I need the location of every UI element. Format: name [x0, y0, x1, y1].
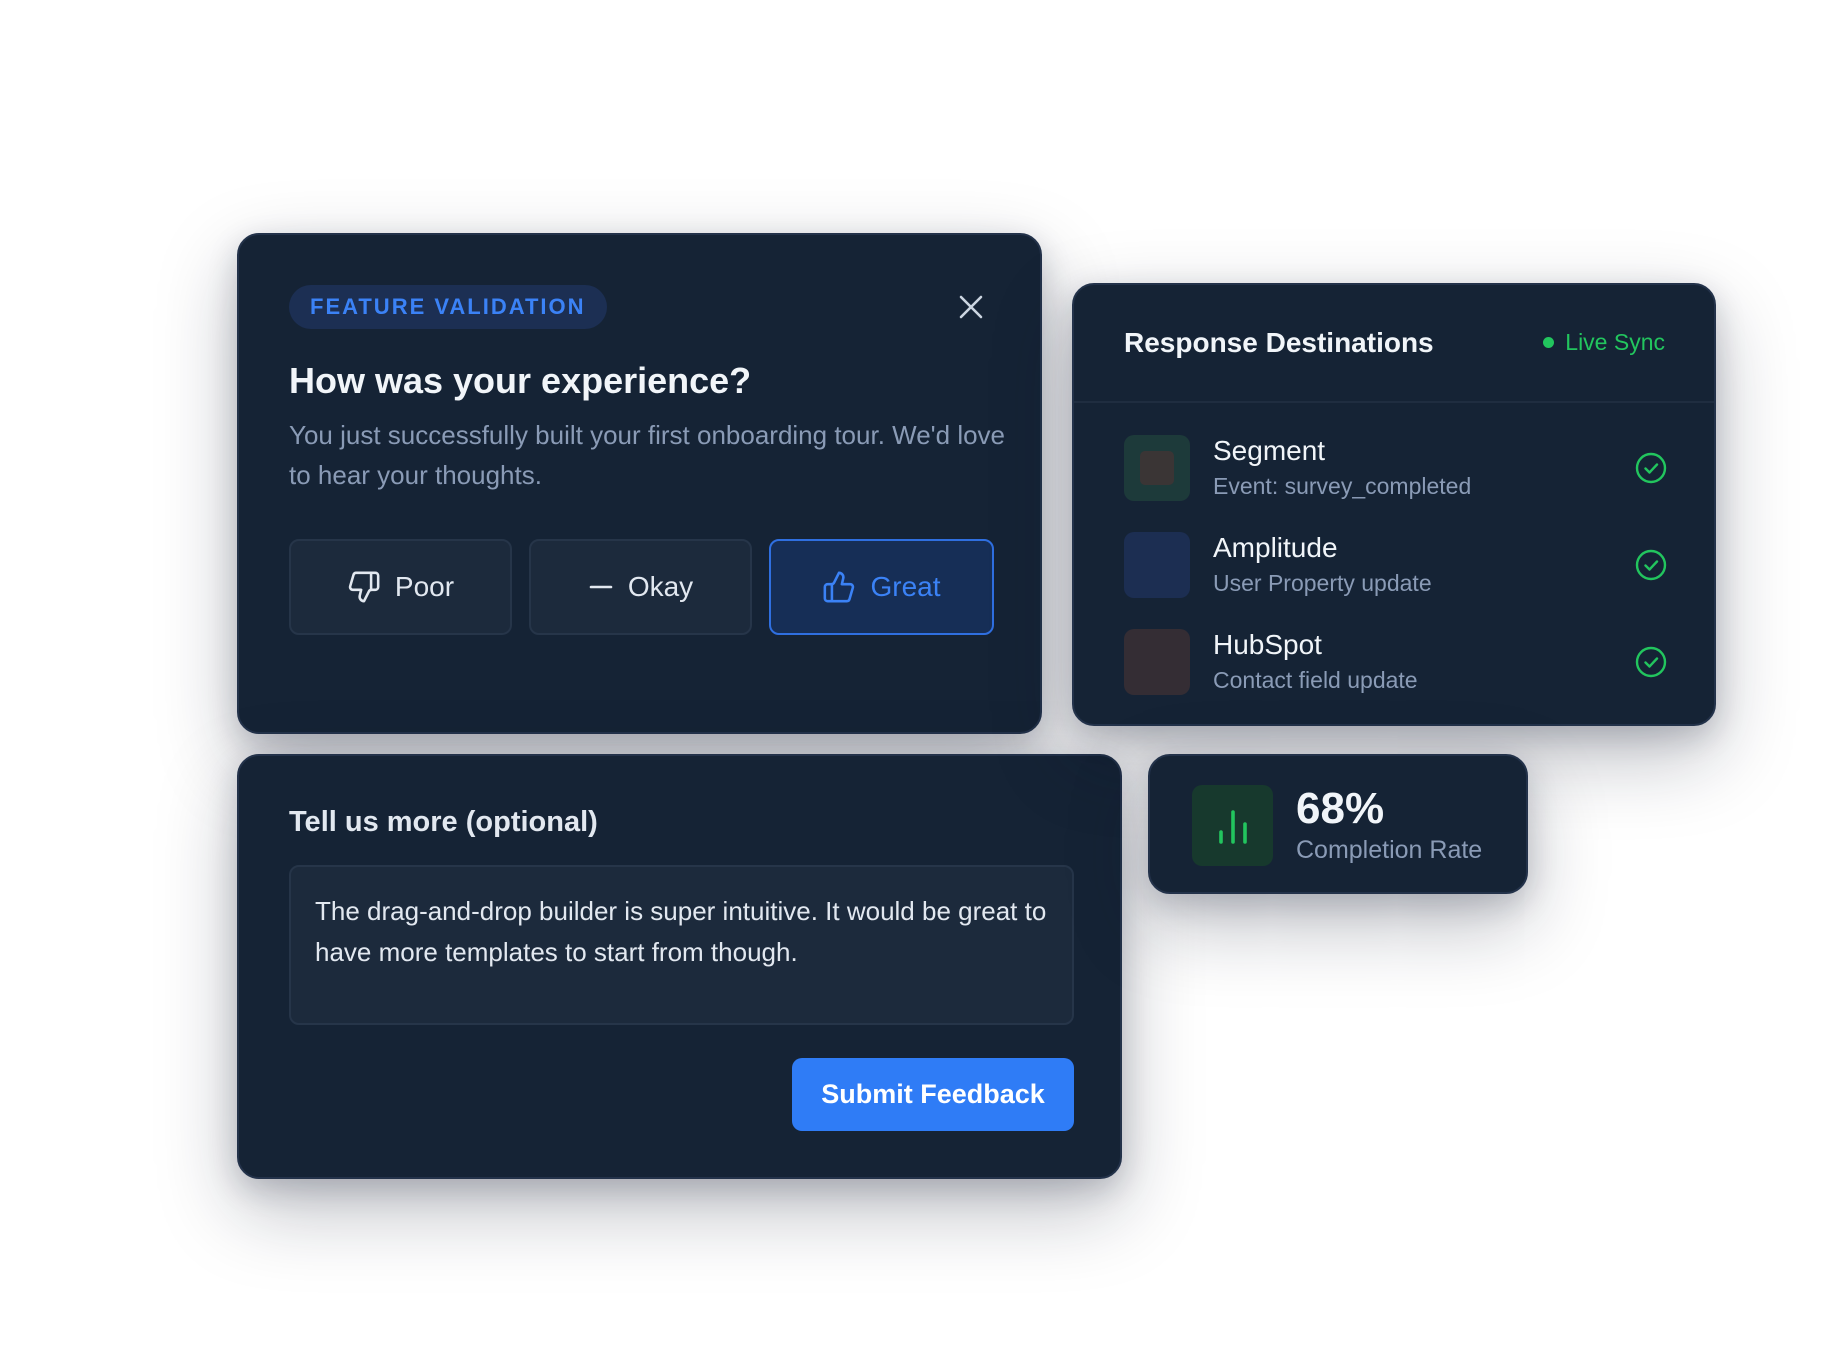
minus-icon: [589, 585, 613, 589]
feedback-card: Tell us more (optional) The drag-and-dro…: [237, 754, 1122, 1179]
check-circle-icon: [1635, 646, 1667, 678]
survey-description: You just successfully built your first o…: [289, 420, 1006, 490]
completion-rate-value: 68%: [1296, 784, 1385, 833]
rating-great-button[interactable]: Great: [769, 539, 994, 635]
survey-title: How was your experience?: [289, 360, 752, 401]
destination-item-segment[interactable]: Segment Event: survey_completed: [1124, 435, 1668, 501]
hubspot-logo-icon: [1124, 629, 1190, 695]
close-icon: [959, 295, 983, 319]
bar-chart-icon: [1218, 809, 1247, 844]
destination-detail: Contact field update: [1213, 667, 1418, 693]
rating-poor-button[interactable]: Poor: [289, 539, 512, 635]
amplitude-logo-icon: [1124, 532, 1190, 598]
live-sync-label: Live Sync: [1565, 329, 1665, 355]
destinations-title: Response Destinations: [1124, 327, 1434, 358]
feedback-textarea[interactable]: The drag-and-drop builder is super intui…: [289, 865, 1074, 1025]
destination-name: HubSpot: [1213, 629, 1322, 660]
rating-great-label: Great: [870, 571, 941, 602]
destination-name: Amplitude: [1213, 532, 1338, 563]
stat-icon-container: [1192, 785, 1273, 866]
rating-okay-label: Okay: [627, 571, 694, 602]
completion-stat-card: 68% Completion Rate: [1148, 754, 1528, 894]
live-status-dot: [1543, 337, 1555, 348]
thumbs-down-icon: [348, 571, 380, 603]
check-circle-icon: [1635, 452, 1667, 484]
segment-logo-icon: [1124, 435, 1190, 501]
completion-rate-label: Completion Rate: [1296, 836, 1483, 864]
destination-detail: User Property update: [1213, 570, 1432, 596]
destinations-header: Response Destinations Live Sync: [1074, 285, 1714, 403]
feedback-label: Tell us more (optional): [289, 806, 598, 838]
submit-feedback-button[interactable]: Submit Feedback: [792, 1058, 1074, 1131]
destination-name: Segment: [1213, 435, 1326, 466]
destination-item-hubspot[interactable]: HubSpot Contact field update: [1124, 629, 1668, 695]
destination-item-amplitude[interactable]: Amplitude User Property update: [1124, 532, 1668, 598]
destinations-card: Response Destinations Live Sync Segment …: [1072, 283, 1716, 726]
close-button[interactable]: [951, 287, 991, 327]
rating-poor-label: Poor: [394, 571, 455, 602]
survey-card: FEATURE VALIDATION How was your experien…: [237, 233, 1042, 734]
rating-okay-button[interactable]: Okay: [529, 539, 752, 635]
destination-detail: Event: survey_completed: [1213, 473, 1472, 499]
live-sync-status: Live Sync: [1543, 329, 1665, 356]
thumbs-up-icon: [824, 571, 855, 603]
check-circle-icon: [1635, 549, 1667, 581]
feature-badge: FEATURE VALIDATION: [289, 285, 607, 329]
